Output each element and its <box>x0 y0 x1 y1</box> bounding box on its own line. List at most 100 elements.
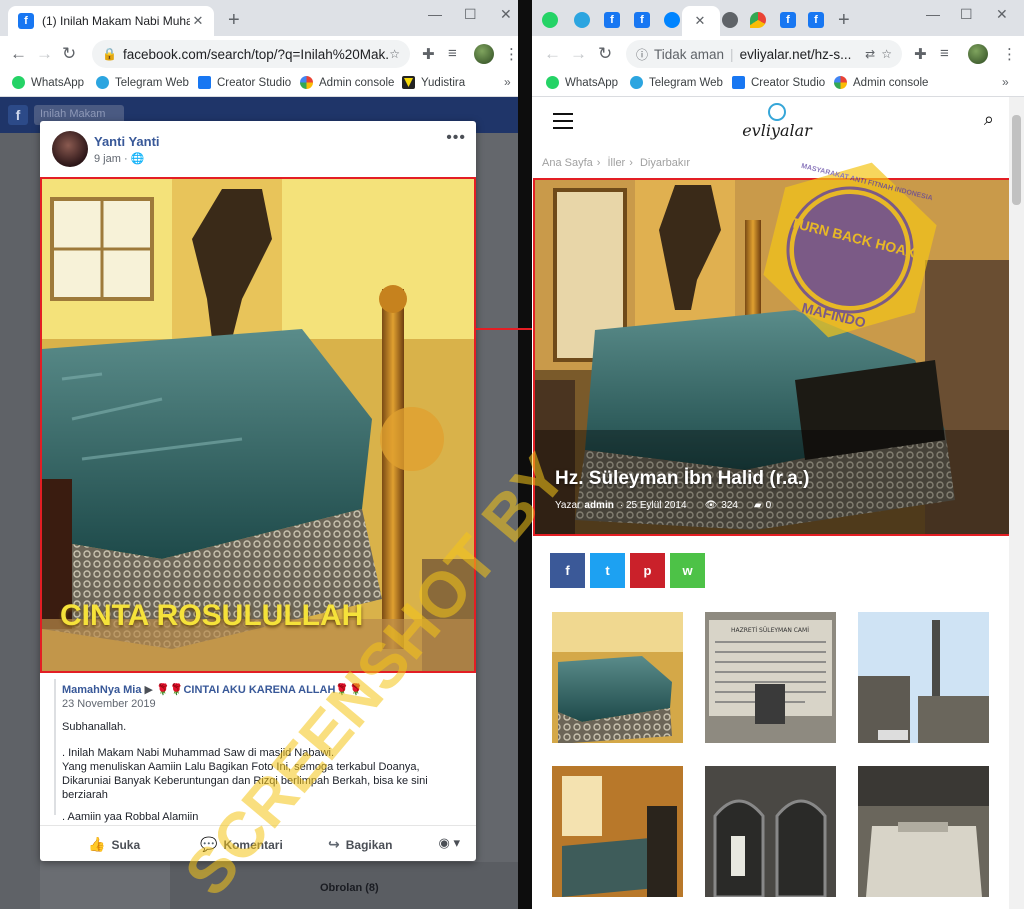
post-time: 9 jam · 🌐 <box>94 153 145 165</box>
site-logo[interactable]: evliyalar <box>732 103 822 143</box>
like-button[interactable]: 👍 Suka <box>88 836 140 853</box>
bookmark-yudistira[interactable]: Yudistira <box>402 76 465 89</box>
profile-avatar[interactable] <box>474 44 494 64</box>
tab-evliyalar[interactable]: ✕ <box>682 6 720 36</box>
background-left-column <box>0 133 40 909</box>
extensions-icon[interactable]: ✚ <box>914 45 927 63</box>
facebook-tab-icon[interactable]: f <box>808 12 824 28</box>
profile-avatar[interactable] <box>968 44 988 64</box>
media-icon[interactable]: ≡ <box>940 45 949 62</box>
chat-label: Obrolan (8) <box>320 882 379 894</box>
messenger-tab-icon[interactable] <box>664 12 680 28</box>
post-text-1: Subhanallah. <box>62 721 127 733</box>
audience-dropdown-icon[interactable]: ◉ ▾ <box>439 835 460 851</box>
comment-count[interactable]: 0 <box>766 500 772 511</box>
facebook-tab-icon[interactable]: f <box>604 12 620 28</box>
star-icon[interactable]: ☆ <box>881 47 892 61</box>
address-bar[interactable]: 🔒 facebook.com/search/top/?q=Inilah%20Ma… <box>92 40 410 68</box>
gallery-thumb-plaque[interactable]: HAZRETİ SÜLEYMAN CAMİ <box>705 612 836 743</box>
forward-icon[interactable]: → <box>570 44 587 64</box>
chat-bar[interactable]: Obrolan (8) <box>170 862 518 909</box>
shared-date[interactable]: 23 November 2019 <box>62 698 454 710</box>
breadcrumb-home[interactable]: Ana Sayfa <box>542 157 593 169</box>
minimize-button[interactable]: — <box>428 6 442 22</box>
new-tab-button[interactable]: + <box>228 10 240 30</box>
whatsapp-icon <box>12 76 25 89</box>
hamburger-menu-icon[interactable] <box>553 113 573 129</box>
address-bar[interactable]: ⓘ Tidak aman | evliyalar.net/hz-s... ⇄ ☆ <box>626 40 902 68</box>
search-icon[interactable]: ⌕ <box>984 109 994 130</box>
back-icon[interactable]: ← <box>10 44 27 64</box>
facebook-tab-icon[interactable]: f <box>634 12 650 28</box>
page-scrollbar[interactable] <box>1009 97 1024 909</box>
twitter-share-button[interactable]: t <box>590 553 625 588</box>
bookmark-creator-studio[interactable]: Creator Studio <box>732 76 825 89</box>
post-author[interactable]: Yanti Yanti <box>94 134 160 149</box>
close-icon[interactable]: ✕ <box>692 13 708 29</box>
bookmark-telegram[interactable]: Telegram Web <box>96 76 189 89</box>
bookmarks-overflow-icon[interactable]: » <box>1002 75 1009 89</box>
pinterest-share-button[interactable]: p <box>630 553 665 588</box>
post-photo[interactable]: CINTA ROSULULLAH <box>40 177 476 673</box>
background-right-column <box>476 133 518 909</box>
window-close-button[interactable]: ✕ <box>500 6 512 23</box>
gallery-thumb-tomb-stone[interactable] <box>858 766 989 897</box>
extensions-icon[interactable]: ✚ <box>422 45 435 63</box>
gallery-thumb-minaret[interactable] <box>858 612 989 743</box>
bookmark-creator-studio[interactable]: Creator Studio <box>198 76 291 89</box>
minimize-button[interactable]: — <box>926 6 940 22</box>
info-icon[interactable]: ⓘ <box>636 46 648 63</box>
new-tab-button[interactable]: + <box>838 10 850 30</box>
reload-icon[interactable]: ↻ <box>62 44 76 64</box>
bookmark-admin-console[interactable]: Admin console <box>300 76 394 89</box>
whatsapp-share-button[interactable]: w <box>670 553 705 588</box>
bookmark-whatsapp[interactable]: WhatsApp <box>546 76 618 89</box>
comment-icon: 💬 <box>200 836 218 852</box>
maximize-button[interactable]: ☐ <box>960 6 973 23</box>
browser-toolbar-right: ← → ↻ ⓘ Tidak aman | evliyalar.net/hz-s.… <box>532 36 1024 72</box>
eye-icon: 👁 <box>704 500 718 511</box>
breadcrumb: Ana Sayfa › İller › Diyarbakır <box>542 157 691 169</box>
author-avatar[interactable] <box>52 131 88 167</box>
breadcrumb-city[interactable]: Diyarbakır <box>640 157 690 169</box>
article-author[interactable]: admin <box>584 500 613 511</box>
star-icon[interactable]: ☆ <box>389 47 400 61</box>
shared-author[interactable]: MamahNya Mia <box>62 684 141 696</box>
logo-mark-icon <box>768 103 786 121</box>
bookmarks-overflow-icon[interactable]: » <box>504 75 511 89</box>
close-icon[interactable]: ✕ <box>190 13 206 29</box>
translate-icon[interactable]: ⇄ <box>865 47 875 61</box>
lock-icon[interactable]: 🔒 <box>102 47 117 61</box>
menu-icon[interactable]: ⋮ <box>504 45 518 63</box>
post-text-2: . Inilah Makam Nabi Muhammad Saw di masj… <box>62 747 335 759</box>
window-close-button[interactable]: ✕ <box>996 6 1008 23</box>
globe-tab-icon[interactable] <box>722 12 738 28</box>
gallery-thumb-arches[interactable] <box>705 766 836 897</box>
share-button[interactable]: ↪ Bagikan <box>328 836 392 853</box>
facebook-logo-icon[interactable]: f <box>8 105 28 125</box>
comment-button[interactable]: 💬 Komentari <box>200 836 283 853</box>
gallery-thumb-interior[interactable] <box>552 766 683 897</box>
menu-icon[interactable]: ⋮ <box>1002 45 1017 63</box>
bookmark-admin-console[interactable]: Admin console <box>834 76 928 89</box>
more-options-icon[interactable]: ••• <box>446 129 466 147</box>
scrollbar-thumb[interactable] <box>1012 115 1021 205</box>
search-value: Inilah Makam <box>40 108 106 120</box>
bookmark-whatsapp[interactable]: WhatsApp <box>12 76 84 89</box>
back-icon[interactable]: ← <box>544 44 561 64</box>
bookmark-telegram[interactable]: Telegram Web <box>630 76 723 89</box>
reload-icon[interactable]: ↻ <box>598 44 612 64</box>
media-icon[interactable]: ≡ <box>448 45 457 62</box>
maximize-button[interactable]: ☐ <box>464 6 477 23</box>
breadcrumb-cities[interactable]: İller <box>608 157 626 169</box>
maps-tab-icon[interactable] <box>750 12 766 28</box>
shared-post: MamahNya Mia ▶ 🌹🌹CINTAI AKU KARENA ALLAH… <box>62 683 454 824</box>
shared-post-border <box>54 679 56 815</box>
telegram-tab-icon[interactable] <box>574 12 590 28</box>
whatsapp-tab-icon[interactable] <box>542 12 558 28</box>
facebook-tab-icon[interactable]: f <box>780 12 796 28</box>
facebook-share-button[interactable]: f <box>550 553 585 588</box>
forward-icon[interactable]: → <box>36 44 53 64</box>
gallery-thumb-tomb[interactable] <box>552 612 683 743</box>
tab-facebook[interactable]: f (1) Inilah Makam Nabi Muhammad ✕ <box>8 6 214 36</box>
